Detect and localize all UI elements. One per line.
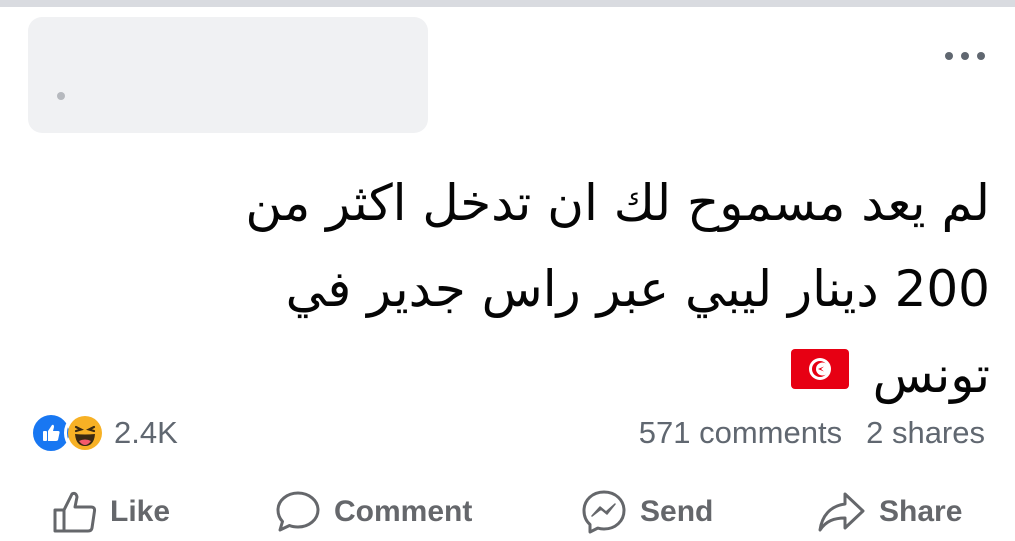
send-label: Send [640,495,714,528]
header-dot [57,92,65,100]
like-label: Like [110,495,171,528]
post-text-line: 200 دينار ليبي عبر راس جدير في [285,260,990,318]
like-button[interactable]: Like [52,483,170,541]
more-options-icon[interactable] [945,48,985,64]
shares-count-link[interactable]: 2 shares [866,415,985,451]
share-button[interactable]: Share [817,483,962,541]
tunisia-flag-icon [790,348,849,389]
messenger-icon [582,490,626,534]
post-stats: 571 comments 2 shares [639,413,985,453]
post-text: لم يعد مسموح لك ان تدخل اكثر من 200 دينا… [60,160,990,418]
comments-count-link[interactable]: 571 comments [639,415,842,451]
comment-button[interactable]: Comment [274,483,472,541]
send-button[interactable]: Send [580,483,713,541]
share-label: Share [879,495,963,528]
post-text-line: تونس [60,332,990,418]
thumbs-up-icon [53,491,97,533]
haha-reaction-icon [64,412,106,454]
top-divider [0,0,1015,7]
author-header-placeholder[interactable] [28,17,428,133]
comment-label: Comment [334,495,473,528]
reactions-summary[interactable]: 2.4K [30,412,178,454]
post-text-line: لم يعد مسموح لك ان تدخل اكثر من [245,174,990,232]
post-text-line-word: تونس [872,346,990,404]
comment-bubble-icon [276,491,320,532]
share-arrow-icon [818,492,865,532]
action-bar: Like Comment Send Share [0,483,1015,541]
reaction-count: 2.4K [114,415,178,450]
